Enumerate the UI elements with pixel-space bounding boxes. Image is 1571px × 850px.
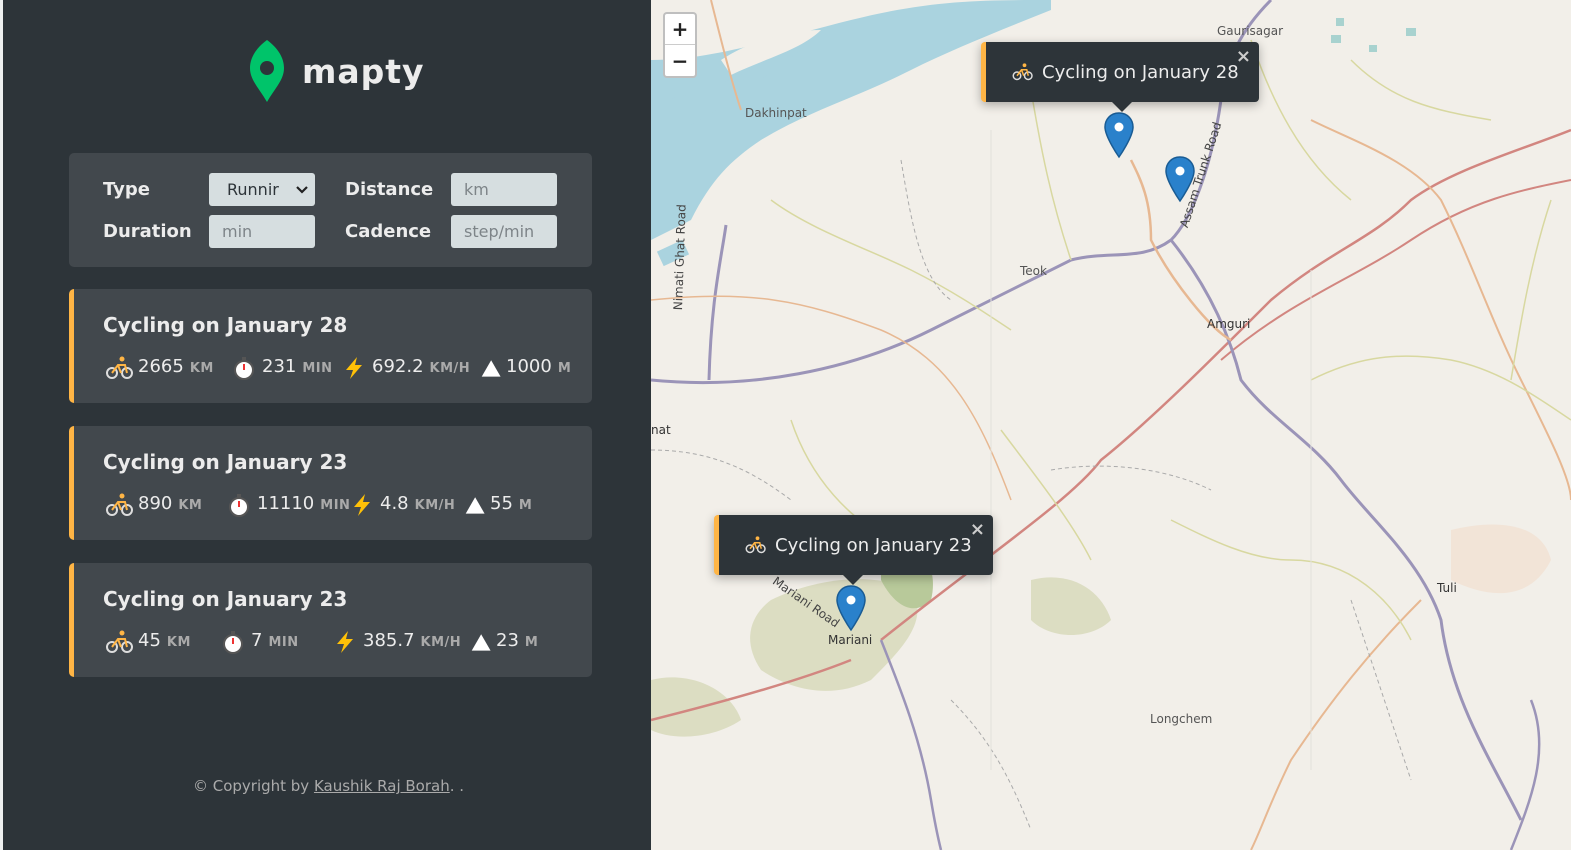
workout-duration: 11110 MIN <box>225 493 350 517</box>
workout-distance: 890 KM <box>106 493 202 517</box>
type-select-value: Runnir <box>227 180 279 199</box>
duration-value: 231 <box>262 356 297 377</box>
workout-popup[interactable]: Cycling on January 23 × <box>714 515 993 585</box>
sidebar: mapty Type Runnir Distance km Duration m… <box>0 0 651 850</box>
lightning-icon <box>346 357 362 379</box>
cadence-label: Cadence <box>345 221 432 242</box>
cyclist-icon <box>106 356 133 379</box>
elevation-value: 23 <box>496 630 519 651</box>
type-select[interactable]: Runnir <box>209 173 315 206</box>
distance-label: Distance <box>345 179 434 200</box>
speed-unit: KM/H <box>414 498 456 513</box>
elevation-unit: M <box>518 498 533 513</box>
duration-value: 11110 <box>257 493 315 514</box>
map[interactable]: Gaurisagar Dakhinpat Teok Amguri Nimati … <box>651 0 1571 850</box>
workout-title: Cycling on January 28 <box>103 313 348 337</box>
workout-item[interactable]: Cycling on January 23 45 KM 7 MIN 385.7 KM/… <box>69 563 592 677</box>
distance-value: 45 <box>138 630 161 651</box>
workout-speed: 692.2 KM/H <box>340 356 470 380</box>
stopwatch-icon <box>234 357 254 380</box>
lightning-icon <box>354 494 370 516</box>
cyclist-icon <box>1012 63 1033 81</box>
cyclist-icon <box>745 536 766 554</box>
cyclist-icon <box>106 493 133 516</box>
workout-duration: 231 MIN <box>230 356 333 380</box>
duration-unit: MIN <box>302 361 333 376</box>
mountain-icon <box>481 360 501 377</box>
workout-title: Cycling on January 23 <box>103 587 348 611</box>
popup-tip <box>1112 102 1132 112</box>
stopwatch-icon <box>229 494 249 517</box>
duration-value: 7 <box>251 630 263 651</box>
map-pin-logo-icon <box>250 40 284 102</box>
copyright: © Copyright by Kaushik Raj Borah. . <box>3 777 654 795</box>
cyclist-icon <box>106 630 133 653</box>
mountain-icon <box>471 634 491 651</box>
duration-unit: MIN <box>268 635 299 650</box>
place-label-gaurisagar: Gaurisagar <box>1217 24 1284 38</box>
chevron-down-icon <box>296 185 308 194</box>
zoom-in-button[interactable]: + <box>665 14 695 45</box>
mountain-icon <box>465 497 485 514</box>
popup-tip <box>843 575 863 585</box>
place-label-tuli: Tuli <box>1437 581 1457 595</box>
duration-input[interactable]: min <box>209 215 315 248</box>
author-link[interactable]: Kaushik Raj Borah <box>314 777 450 795</box>
distance-value: 2665 <box>138 356 184 377</box>
speed-value: 385.7 <box>363 630 415 651</box>
close-icon[interactable]: × <box>1236 46 1251 67</box>
distance-unit: KM <box>189 361 214 376</box>
elevation-value: 55 <box>490 493 513 514</box>
distance-input[interactable]: km <box>451 173 557 206</box>
copyright-prefix: © Copyright by <box>192 777 314 795</box>
zoom-out-button[interactable]: − <box>665 45 695 76</box>
workout-item[interactable]: Cycling on January 23 890 KM 11110 MIN 4.8… <box>69 426 592 540</box>
map-marker-icon[interactable] <box>835 584 867 632</box>
place-label-amguri: Amguri <box>1207 317 1251 331</box>
workout-elevation: 23 M <box>470 630 538 654</box>
workout-form: Type Runnir Distance km Duration min Cad… <box>69 153 592 267</box>
lightning-icon <box>337 631 353 653</box>
duration-label: Duration <box>103 221 192 242</box>
cadence-input[interactable]: step/min <box>451 215 557 248</box>
place-label-longchem: Longchem <box>1150 712 1213 726</box>
logo-text: mapty <box>302 51 425 91</box>
logo: mapty <box>248 38 425 104</box>
place-label-nat: nat <box>651 423 671 437</box>
workout-elevation: 55 M <box>464 493 532 517</box>
place-label-dakhinpat: Dakhinpat <box>745 106 807 120</box>
workout-distance: 2665 KM <box>106 356 214 380</box>
workout-title: Cycling on January 23 <box>103 450 348 474</box>
speed-unit: KM/H <box>429 361 471 376</box>
workout-distance: 45 KM <box>106 630 191 654</box>
workout-item[interactable]: Cycling on January 28 2665 KM 231 MIN 692.… <box>69 289 592 403</box>
close-icon[interactable]: × <box>970 519 985 540</box>
map-marker-icon[interactable] <box>1164 155 1196 203</box>
map-marker-icon[interactable] <box>1103 111 1135 159</box>
elevation-unit: M <box>524 635 539 650</box>
distance-unit: KM <box>166 635 191 650</box>
speed-value: 692.2 <box>372 356 424 377</box>
place-label-mariani: Mariani <box>828 633 873 647</box>
duration-unit: MIN <box>320 498 351 513</box>
elevation-unit: M <box>557 361 572 376</box>
copyright-suffix: . . <box>449 777 465 795</box>
popup-text: Cycling on January 28 <box>1042 61 1239 83</box>
workout-popup[interactable]: Cycling on January 28 × <box>981 42 1259 112</box>
elevation-value: 1000 <box>506 356 552 377</box>
distance-value: 890 <box>138 493 173 514</box>
workout-elevation: 1000 M <box>480 356 571 380</box>
popup-text: Cycling on January 23 <box>775 534 972 556</box>
stopwatch-icon <box>223 631 243 654</box>
type-label: Type <box>103 179 150 200</box>
distance-unit: KM <box>178 498 203 513</box>
workout-speed: 385.7 KM/H <box>331 630 461 654</box>
workout-speed: 4.8 KM/H <box>348 493 455 517</box>
zoom-control: + − <box>663 12 697 78</box>
speed-unit: KM/H <box>420 635 462 650</box>
workout-duration: 7 MIN <box>219 630 299 654</box>
speed-value: 4.8 <box>380 493 409 514</box>
place-label-teok: Teok <box>1020 264 1047 278</box>
